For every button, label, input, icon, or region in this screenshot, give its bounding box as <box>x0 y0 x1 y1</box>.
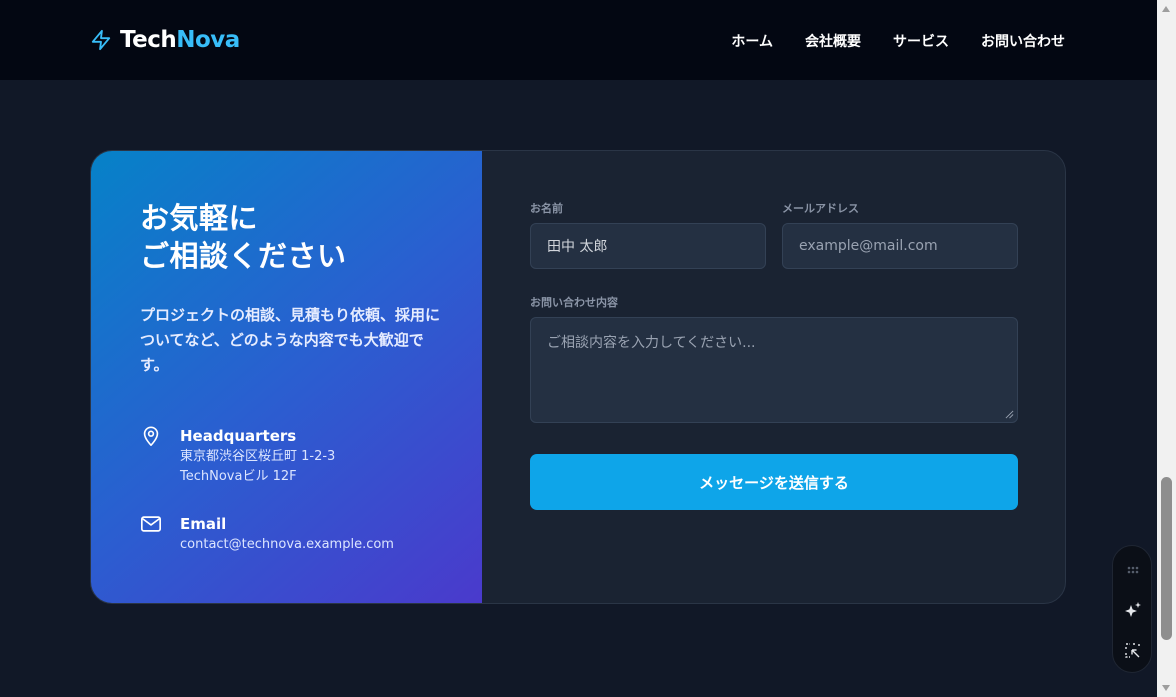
scroll-thumb[interactable] <box>1161 477 1172 640</box>
email-info: Email contact@technova.example.com <box>140 513 394 555</box>
nav-contact[interactable]: お問い合わせ <box>981 31 1065 51</box>
vertical-scrollbar[interactable] <box>1157 0 1176 697</box>
headquarters-info: Headquarters 東京都渋谷区桜丘町 1-2-3 TechNovaビル … <box>140 425 335 487</box>
brand-suffix: Nova <box>176 27 240 53</box>
contact-intro: プロジェクトの相談、見積もり依頼、採用についてなど、どのような内容でも大歓迎です… <box>140 306 441 374</box>
email-field[interactable]: example@mail.com <box>782 223 1018 269</box>
contact-info-panel: お気軽に ご相談ください プロジェクトの相談、見積もり依頼、採用についてなど、ど… <box>91 151 482 603</box>
brand-name: TechNova <box>120 27 240 53</box>
nav-services[interactable]: サービス <box>893 31 949 51</box>
nav-home[interactable]: ホーム <box>731 31 773 51</box>
name-field[interactable]: 田中 太郎 <box>530 223 766 269</box>
drag-handle-icon[interactable] <box>1124 561 1142 579</box>
message-textarea[interactable]: ご相談内容を入力してください... <box>530 317 1018 423</box>
submit-button[interactable]: メッセージを送信する <box>530 454 1018 510</box>
email-address[interactable]: contact@technova.example.com <box>180 535 394 555</box>
scroll-up-arrow-icon[interactable] <box>1162 6 1170 12</box>
nav-about[interactable]: 会社概要 <box>805 31 861 51</box>
select-region-icon[interactable] <box>1124 642 1142 660</box>
mail-icon <box>141 516 161 532</box>
scroll-down-arrow-icon[interactable] <box>1162 685 1170 691</box>
message-label: お問い合わせ内容 <box>530 296 618 309</box>
sparkle-icon[interactable] <box>1124 601 1142 619</box>
heading-line-2: ご相談ください <box>140 239 347 273</box>
brand-prefix: Tech <box>120 27 177 53</box>
site-header: TechNova ホーム 会社概要 サービス お問い合わせ <box>0 0 1157 80</box>
resize-handle-icon[interactable] <box>1005 410 1014 419</box>
brand-logo[interactable]: TechNova <box>90 27 240 53</box>
lightning-icon <box>91 29 111 51</box>
main-nav: ホーム 会社概要 サービス お問い合わせ <box>731 31 1065 51</box>
email-label: メールアドレス <box>782 202 859 215</box>
contact-form: お名前 田中 太郎 メールアドレス example@mail.com お問い合わ… <box>482 151 1065 603</box>
map-pin-icon <box>143 426 159 446</box>
hq-address-line-1: 東京都渋谷区桜丘町 1-2-3 <box>180 449 336 464</box>
floating-toolbar <box>1112 545 1152 673</box>
email-title: Email <box>180 515 227 533</box>
hq-title: Headquarters <box>180 427 297 445</box>
contact-card: お気軽に ご相談ください プロジェクトの相談、見積もり依頼、採用についてなど、ど… <box>90 150 1066 604</box>
heading-line-1: お気軽に <box>140 201 259 235</box>
contact-heading: お気軽に ご相談ください <box>140 199 347 275</box>
name-label: お名前 <box>530 202 563 215</box>
message-placeholder: ご相談内容を入力してください... <box>547 335 756 351</box>
page: TechNova ホーム 会社概要 サービス お問い合わせ お気軽に ご相談くだ… <box>0 0 1157 697</box>
hq-address-line-2: TechNovaビル 12F <box>180 469 297 484</box>
